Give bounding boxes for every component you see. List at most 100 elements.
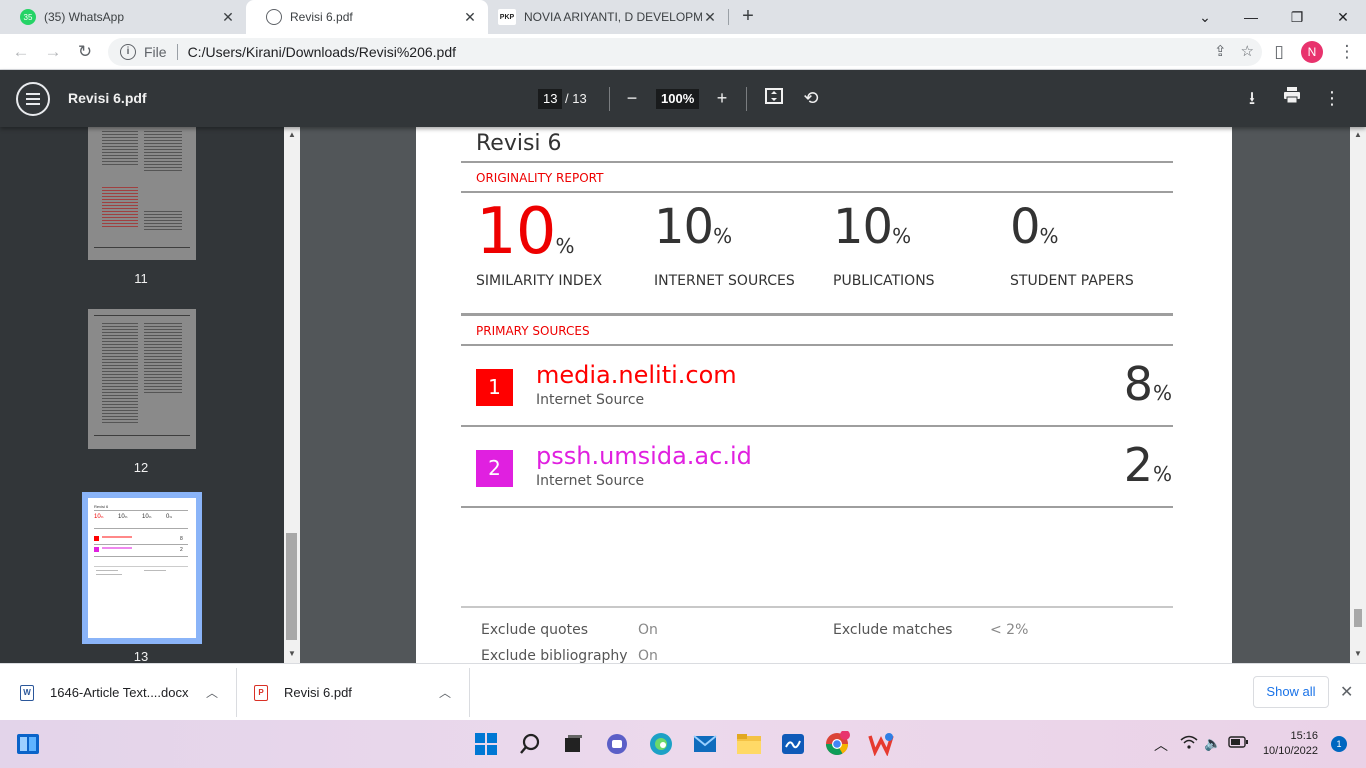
system-clock[interactable]: 15:16 10/10/2022 [1260,729,1318,759]
zoom-in-button[interactable]: + [710,86,734,110]
thumbnail-label: 12 [133,460,149,475]
stat-value: 0 [1010,199,1041,255]
chevron-up-icon[interactable]: ︿ [206,684,218,701]
new-tab-button[interactable]: + [736,5,760,29]
clock-date: 10/10/2022 [1262,745,1318,757]
source-percent-unit: % [1152,462,1172,486]
toolbar-divider [609,87,610,111]
stat-internet: 10% [654,199,732,255]
stat-value: 10 [654,199,714,255]
thumbnail-page-11[interactable] [88,127,196,260]
teams-chat-icon[interactable] [604,731,630,757]
back-button[interactable]: ← [8,39,34,65]
close-icon[interactable]: ✕ [462,9,478,25]
minimize-button[interactable]: — [1228,0,1274,34]
wifi-icon[interactable] [1180,735,1198,752]
reload-button[interactable]: ↻ [72,39,98,65]
scroll-down-icon[interactable]: ▼ [1354,649,1362,658]
originality-heading: ORIGINALITY REPORT [476,171,604,185]
notification-badge[interactable]: 1 [1331,736,1347,752]
windows-start-icon[interactable] [473,731,499,757]
tab-whatsapp[interactable]: 35 (35) WhatsApp ✕ [0,0,246,34]
pdf-page: Revisi 6 ORIGINALITY REPORT 10% 10% 10% … [416,127,1232,663]
zoom-input[interactable]: 100% [656,89,700,109]
pdf-toolbar: Revisi 6.pdf 13 / 13 − 100% + ⟲ ⭳ ⋮ [0,70,1366,127]
close-icon[interactable]: ✕ [220,9,236,25]
close-icon[interactable]: ✕ [702,9,718,25]
divider [461,606,1173,608]
source-percent: 2% [1124,438,1172,492]
source-percent-unit: % [1152,381,1172,405]
scrollbar-thumb[interactable] [286,533,297,640]
stat-publications: 10% [833,199,911,255]
tab-novia[interactable]: PKP NOVIA ARIYANTI, D DEVELOPMENT ✕ [488,0,728,34]
primary-sources-heading: PRIMARY SOURCES [476,324,590,338]
whatsapp-icon: 35 [20,9,36,25]
tab-revisi-pdf[interactable]: Revisi 6.pdf ✕ [246,0,488,34]
word-doc-icon: W [20,684,34,701]
side-panel-button[interactable]: ▯ [1266,39,1292,65]
source-name[interactable]: pssh.umsida.ac.id [536,442,752,470]
tab-search-button[interactable]: ⌄ [1182,0,1228,34]
file-explorer-icon[interactable] [736,731,762,757]
scroll-down-icon[interactable]: ▼ [288,649,296,658]
battery-icon[interactable] [1228,735,1248,751]
wps-office-icon[interactable] [868,731,894,757]
fit-page-icon[interactable] [762,86,786,110]
sidebar-menu-button[interactable] [16,82,50,116]
stat-label: STUDENT PAPERS [1010,273,1134,289]
whiteboard-icon[interactable] [780,731,806,757]
stat-unit: % [713,224,733,248]
download-item-pdf[interactable]: P Revisi 6.pdf [254,664,352,721]
widgets-icon[interactable] [15,731,41,757]
restore-button[interactable]: ❐ [1274,0,1320,34]
document-scrollbar[interactable]: ▲ ▼ [1350,127,1366,663]
info-icon[interactable]: i [120,44,136,60]
chrome-menu-button[interactable]: ⋮ [1334,39,1360,65]
profile-avatar[interactable]: N [1301,41,1323,63]
close-window-button[interactable]: ✕ [1320,0,1366,34]
download-item-docx[interactable]: W 1646-Article Text....docx [20,664,189,721]
close-icon[interactable]: ✕ [1340,682,1353,702]
divider [461,344,1173,346]
search-icon[interactable] [517,731,543,757]
download-shelf: W 1646-Article Text....docx ︿ P Revisi 6… [0,663,1366,720]
thumbnail-label: 13 [133,649,149,663]
edge-icon[interactable] [648,731,674,757]
rotate-icon[interactable]: ⟲ [799,86,823,110]
speaker-icon[interactable]: 🔈 [1204,735,1221,752]
divider [461,161,1173,163]
scroll-up-icon[interactable]: ▲ [1354,130,1362,139]
thumbnail-page-13[interactable]: Revisi 6 10% 10% 10% 0% 8 2 [82,492,202,644]
exclude-quotes-value: On [638,622,658,638]
chevron-up-icon[interactable]: ︿ [1154,735,1168,755]
scrollbar-thumb[interactable] [1354,609,1362,627]
sidebar-scrollbar[interactable]: ▲ ▼ [284,127,300,663]
source-percent: 8% [1124,357,1172,411]
shelf-divider [236,668,237,717]
zoom-out-button[interactable]: − [620,86,644,110]
shelf-divider [469,668,470,717]
divider [461,313,1173,316]
download-icon[interactable]: ⭳ [1240,86,1264,110]
mail-icon[interactable] [692,731,718,757]
task-view-icon[interactable] [560,731,586,757]
bookmark-star-icon[interactable]: ☆ [1241,42,1254,60]
pdf-filename: Revisi 6.pdf [68,90,147,106]
stat-label: INTERNET SOURCES [654,273,795,289]
page-total: / 13 [565,91,587,106]
scroll-up-icon[interactable]: ▲ [288,130,296,139]
show-all-button[interactable]: Show all [1253,676,1329,708]
source-name[interactable]: media.neliti.com [536,361,737,389]
page-number-input[interactable]: 13 [538,89,563,109]
thumbnail-page-12[interactable] [88,309,196,449]
forward-button[interactable]: → [40,39,66,65]
chevron-up-icon[interactable]: ︿ [439,684,451,701]
divider [461,191,1173,193]
chrome-icon[interactable] [824,731,850,757]
share-icon[interactable]: ⇪ [1214,42,1227,60]
windows-taskbar: ︿ 🔈 15:16 10/10/2022 1 [0,720,1366,768]
print-icon[interactable] [1280,86,1304,110]
address-bar[interactable]: i File C:/Users/Kirani/Downloads/Revisi%… [108,38,1262,66]
more-options-icon[interactable]: ⋮ [1320,86,1344,110]
